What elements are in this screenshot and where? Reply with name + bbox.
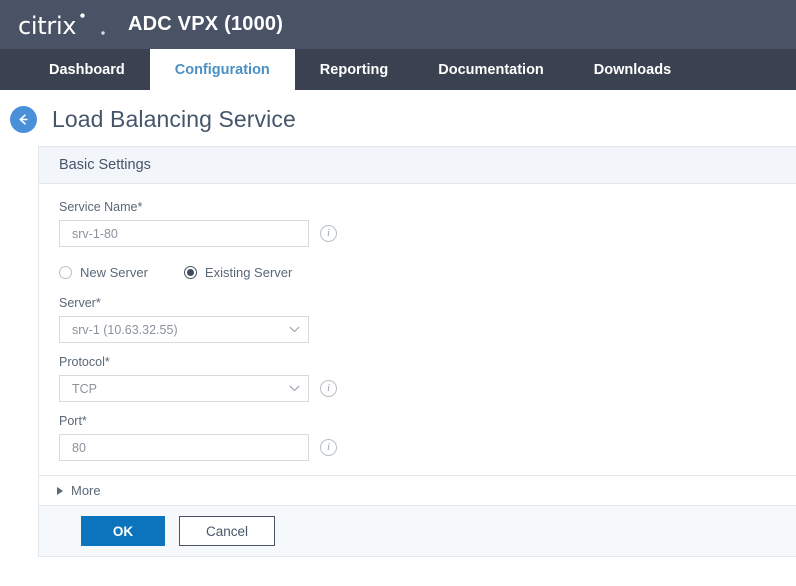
server-type-radio-group: New Server Existing Server bbox=[59, 265, 796, 280]
protocol-row: TCP i bbox=[59, 375, 796, 402]
protocol-info-icon[interactable]: i bbox=[320, 380, 337, 397]
caret-right-icon bbox=[57, 487, 63, 495]
protocol-select[interactable]: TCP bbox=[59, 375, 309, 402]
more-label: More bbox=[71, 483, 101, 498]
radio-existing-server-label: Existing Server bbox=[205, 265, 292, 280]
radio-new-server[interactable]: New Server bbox=[59, 265, 148, 280]
service-name-info-icon[interactable]: i bbox=[320, 225, 337, 242]
port-label: Port* bbox=[59, 414, 796, 428]
main-navigation: Dashboard Configuration Reporting Docume… bbox=[0, 49, 796, 90]
app-header: citrix ADC VPX (1000) bbox=[0, 0, 796, 49]
service-name-label: Service Name* bbox=[59, 200, 796, 214]
server-label: Server* bbox=[59, 296, 796, 310]
tab-documentation[interactable]: Documentation bbox=[413, 49, 569, 90]
field-protocol: Protocol* TCP i bbox=[59, 355, 796, 402]
radio-new-server-label: New Server bbox=[80, 265, 148, 280]
port-info-icon[interactable]: i bbox=[320, 439, 337, 456]
protocol-select-value: TCP bbox=[72, 382, 289, 396]
citrix-logo-icon: citrix bbox=[18, 13, 110, 39]
service-name-row: i bbox=[59, 220, 796, 247]
tab-downloads[interactable]: Downloads bbox=[569, 49, 696, 90]
radio-existing-server-circle bbox=[184, 266, 197, 279]
product-title: ADC VPX (1000) bbox=[128, 13, 283, 36]
server-row: srv-1 (10.63.32.55) bbox=[59, 316, 796, 343]
field-port: Port* i bbox=[59, 414, 796, 461]
more-expander[interactable]: More bbox=[39, 475, 796, 505]
tab-reporting[interactable]: Reporting bbox=[295, 49, 413, 90]
service-name-input[interactable] bbox=[59, 220, 309, 247]
server-select-value: srv-1 (10.63.32.55) bbox=[72, 323, 289, 337]
tab-dashboard[interactable]: Dashboard bbox=[24, 49, 150, 90]
page-title: Load Balancing Service bbox=[52, 106, 296, 133]
page-title-row: Load Balancing Service bbox=[0, 90, 796, 146]
form-body: Service Name* i New Server Existing Serv… bbox=[39, 184, 796, 461]
back-arrow-icon bbox=[16, 112, 31, 127]
ok-button[interactable]: OK bbox=[81, 516, 165, 546]
radio-existing-server-dot bbox=[187, 269, 194, 276]
cancel-button[interactable]: Cancel bbox=[179, 516, 275, 546]
chevron-down-icon bbox=[289, 385, 300, 392]
port-input[interactable] bbox=[59, 434, 309, 461]
form-button-bar: OK Cancel bbox=[39, 505, 796, 557]
radio-new-server-circle bbox=[59, 266, 72, 279]
field-server: Server* srv-1 (10.63.32.55) bbox=[59, 296, 796, 343]
field-service-name: Service Name* i bbox=[59, 200, 796, 247]
citrix-logo: citrix bbox=[18, 13, 110, 39]
basic-settings-panel: Basic Settings Service Name* i New Serve… bbox=[38, 146, 796, 557]
server-select[interactable]: srv-1 (10.63.32.55) bbox=[59, 316, 309, 343]
protocol-label: Protocol* bbox=[59, 355, 796, 369]
radio-existing-server[interactable]: Existing Server bbox=[184, 265, 292, 280]
back-button[interactable] bbox=[10, 106, 37, 133]
tab-configuration[interactable]: Configuration bbox=[150, 49, 295, 90]
section-header-basic-settings: Basic Settings bbox=[39, 147, 796, 184]
section-title: Basic Settings bbox=[59, 157, 151, 173]
svg-text:citrix: citrix bbox=[18, 13, 76, 39]
port-row: i bbox=[59, 434, 796, 461]
chevron-down-icon bbox=[289, 326, 300, 333]
